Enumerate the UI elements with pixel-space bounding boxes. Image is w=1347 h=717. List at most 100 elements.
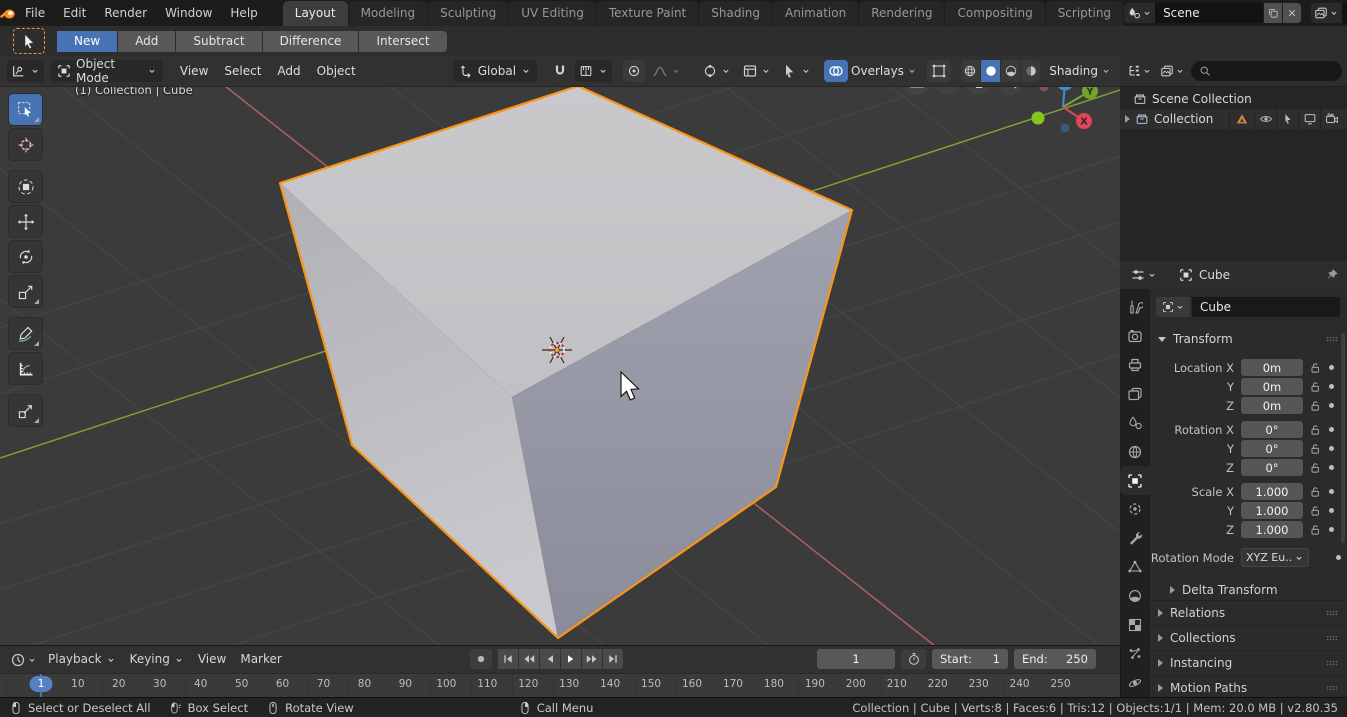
- transform-panel-header[interactable]: Transform: [1150, 330, 1347, 348]
- transport-button[interactable]: [540, 649, 560, 669]
- lock-open-icon[interactable]: [1309, 462, 1321, 474]
- timeline-menu[interactable]: Keying: [123, 646, 191, 673]
- shading-rendered-button[interactable]: [1021, 60, 1040, 82]
- selectable-toggle[interactable]: [1276, 109, 1298, 129]
- select-mode-button[interactable]: Subtract: [176, 30, 262, 52]
- record-button[interactable]: [470, 649, 492, 669]
- outliner-filter-button[interactable]: [1158, 64, 1187, 78]
- view-layer-name-field[interactable]: View Layer: [1342, 3, 1347, 23]
- panel-motion-paths[interactable]: Motion Paths: [1150, 675, 1347, 697]
- menubar-menu[interactable]: Edit: [54, 0, 95, 26]
- disclosure-triangle-icon[interactable]: [1125, 115, 1130, 123]
- transform-value-field[interactable]: 0°: [1241, 459, 1303, 476]
- properties-tab[interactable]: [1120, 495, 1150, 524]
- lock-open-icon[interactable]: [1309, 524, 1321, 536]
- keyframe-dot[interactable]: [1329, 527, 1334, 532]
- active-tool-indicator[interactable]: [13, 28, 45, 54]
- properties-tab[interactable]: [1120, 322, 1150, 351]
- search-input[interactable]: [1216, 63, 1334, 79]
- shading-wireframe-button[interactable]: [961, 60, 982, 82]
- properties-tab[interactable]: [1120, 351, 1150, 380]
- disable-in-viewport-toggle[interactable]: [1298, 109, 1320, 129]
- properties-tab[interactable]: [1120, 610, 1150, 639]
- panel-grip-icon[interactable]: [1325, 606, 1339, 620]
- shading-popover-label[interactable]: Shading: [1049, 64, 1098, 78]
- keyframe-dot[interactable]: [1329, 489, 1334, 494]
- workspace-tab[interactable]: Rendering: [859, 1, 945, 26]
- transform-value-field[interactable]: 0m: [1241, 397, 1303, 414]
- object-type-badge[interactable]: [1229, 109, 1254, 129]
- axis-minus-y-ball[interactable]: [1031, 111, 1045, 125]
- select-mode-button[interactable]: Intersect: [359, 30, 447, 52]
- keyframe-dot[interactable]: [1329, 465, 1334, 470]
- properties-editor-type-button[interactable]: [1128, 267, 1159, 283]
- select-mode-button[interactable]: New: [57, 30, 118, 52]
- properties-tab[interactable]: [1120, 437, 1150, 466]
- keyframe-dot[interactable]: [1329, 403, 1334, 408]
- transform-value-field[interactable]: 0m: [1241, 359, 1303, 376]
- chevron-down-icon[interactable]: [1101, 66, 1111, 76]
- properties-tab[interactable]: [1120, 380, 1150, 409]
- tool-button[interactable]: [9, 94, 42, 125]
- shading-material-button[interactable]: [1001, 60, 1022, 82]
- start-frame-field[interactable]: Start: 1: [932, 649, 1008, 669]
- viewport-menu[interactable]: View: [172, 56, 216, 86]
- lock-open-icon[interactable]: [1309, 443, 1321, 455]
- workspace-tab[interactable]: UV Editing: [509, 1, 596, 26]
- panel-collections[interactable]: Collections: [1150, 625, 1347, 650]
- properties-tab[interactable]: [1120, 466, 1150, 496]
- timeline-menu[interactable]: Marker: [233, 646, 288, 673]
- panel-grip-icon[interactable]: [1325, 681, 1339, 695]
- menubar-menu[interactable]: File: [16, 0, 54, 26]
- workspace-tab[interactable]: Shading: [699, 1, 772, 26]
- transport-button[interactable]: [603, 649, 623, 669]
- object-name-field[interactable]: Cube: [1192, 297, 1340, 317]
- panel-grip-icon[interactable]: [1325, 332, 1339, 346]
- use-preview-range-button[interactable]: [901, 649, 926, 669]
- panel-delta-transform[interactable]: Delta Transform: [1150, 580, 1347, 600]
- tool-button[interactable]: [9, 171, 42, 202]
- transport-button[interactable]: [582, 649, 602, 669]
- 3d-viewport-canvas[interactable]: [0, 86, 1120, 645]
- tool-button[interactable]: [9, 395, 42, 426]
- snap-toggle-button[interactable]: [548, 60, 572, 82]
- transport-button[interactable]: [519, 649, 539, 669]
- playhead-frame-badge[interactable]: 1: [29, 676, 53, 692]
- scene-new-button[interactable]: [1264, 3, 1283, 23]
- properties-tab[interactable]: [1120, 639, 1150, 668]
- panel-grip-icon[interactable]: [1325, 631, 1339, 645]
- menubar-menu[interactable]: Help: [221, 0, 266, 26]
- object-type-visibility-selector[interactable]: [738, 60, 775, 82]
- timeline-editor-type-button[interactable]: [8, 652, 39, 668]
- lock-open-icon[interactable]: [1309, 424, 1321, 436]
- transform-orientation-selector[interactable]: Global: [452, 60, 538, 82]
- snap-target-selector[interactable]: [575, 60, 613, 82]
- timeline-ruler[interactable]: 10 20 30 40 50 60 70 80 90 100 110 120 130 140 150 160 1…: [0, 673, 1120, 698]
- end-frame-field[interactable]: End: 250: [1014, 649, 1096, 669]
- mode-selector[interactable]: Object Mode: [51, 57, 163, 85]
- select-mode-button[interactable]: Difference: [262, 30, 359, 52]
- blender-logo-icon[interactable]: [0, 0, 16, 26]
- overlays-toggle-button[interactable]: [824, 60, 849, 82]
- workspace-tab[interactable]: Sculpting: [428, 1, 509, 26]
- outliner-search[interactable]: [1191, 61, 1342, 81]
- axis-x-ball[interactable]: X: [1076, 113, 1092, 129]
- keyframe-dot[interactable]: [1329, 446, 1334, 451]
- proportional-edit-button[interactable]: [623, 60, 646, 82]
- workspace-tab[interactable]: Texture Paint: [596, 1, 699, 26]
- scene-name-field[interactable]: Scene: [1155, 3, 1264, 23]
- falloff-selector[interactable]: [648, 60, 685, 82]
- transport-button[interactable]: [498, 649, 518, 669]
- lock-open-icon[interactable]: [1309, 505, 1321, 517]
- viewport-menu[interactable]: Add: [269, 56, 308, 86]
- outliner-row-collection[interactable]: Collection: [1120, 109, 1347, 129]
- shading-solid-button[interactable]: [981, 60, 1002, 82]
- workspace-tab[interactable]: Scripting: [1045, 1, 1124, 26]
- properties-tab[interactable]: [1120, 293, 1150, 322]
- tool-button[interactable]: [9, 241, 42, 272]
- keyframe-dot[interactable]: [1329, 365, 1334, 370]
- viewport-menu[interactable]: Select: [216, 56, 269, 86]
- viewport-menu[interactable]: Object: [309, 56, 364, 86]
- xray-toggle-button[interactable]: [926, 60, 951, 82]
- pin-icon[interactable]: [1325, 268, 1339, 282]
